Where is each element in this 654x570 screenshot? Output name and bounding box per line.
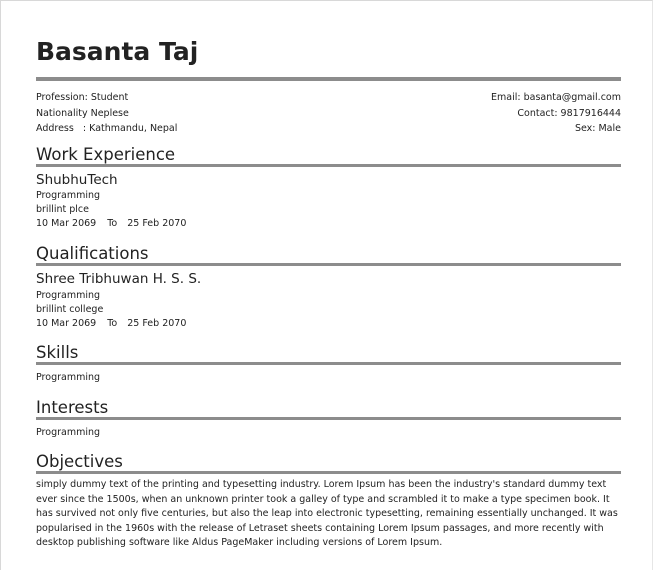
qualification-to-date: 25 Feb 2070 [127,318,187,329]
skills-divider [36,362,621,365]
resume-name: Basanta Taj [36,37,199,66]
qualification-org: Shree Tribhuwan H. S. S. [36,271,202,287]
qualification-field: Programming [36,290,101,301]
interests-heading: Interests [36,398,109,417]
nationality: Nationality Neplese [36,107,129,119]
work-to-date: 25 Feb 2070 [127,218,187,229]
address-value: : Kathmandu, Nepal [82,123,178,134]
contact: Contact: 9817916444 [517,107,621,119]
personal-info-right: Email: basanta@gmail.com Contact: 981791… [491,90,621,137]
skills-heading: Skills [36,343,79,362]
qualification-dates: 10 Mar 2069 To 25 Feb 2070 [36,318,186,330]
address-label: Address [36,123,74,134]
objectives-heading: Objectives [36,452,123,471]
work-experience-divider [36,164,621,167]
objectives-divider [36,471,621,474]
resume-page: Basanta Taj Profession: Student National… [0,0,653,570]
qualification-remark: brillint college [36,304,104,315]
profession: Profession: Student [36,92,129,103]
qualifications-divider [36,263,621,266]
work-remark: brillint plce [36,204,89,215]
skill-item: Programming [36,372,101,383]
qualifications-heading: Qualifications [36,244,149,263]
personal-info-left: Profession: Student Nationality Neplese … [36,90,177,137]
qualification-to-label: To [107,318,118,329]
qualification-from-date: 10 Mar 2069 [36,318,97,329]
objectives-text: simply dummy text of the printing and ty… [36,479,618,548]
work-field: Programming [36,190,101,201]
interests-divider [36,417,621,420]
address: Address : Kathmandu, Nepal [36,121,177,137]
work-org: ShubhuTech [36,172,118,188]
email: Email: basanta@gmail.com [491,92,621,103]
work-experience-heading: Work Experience [36,145,176,164]
work-from-date: 10 Mar 2069 [36,218,97,229]
work-dates: 10 Mar 2069 To 25 Feb 2070 [36,218,186,230]
interest-item: Programming [36,427,101,438]
sex: Sex: Male [574,123,621,134]
work-to-label: To [107,218,118,229]
header-divider [36,77,621,81]
